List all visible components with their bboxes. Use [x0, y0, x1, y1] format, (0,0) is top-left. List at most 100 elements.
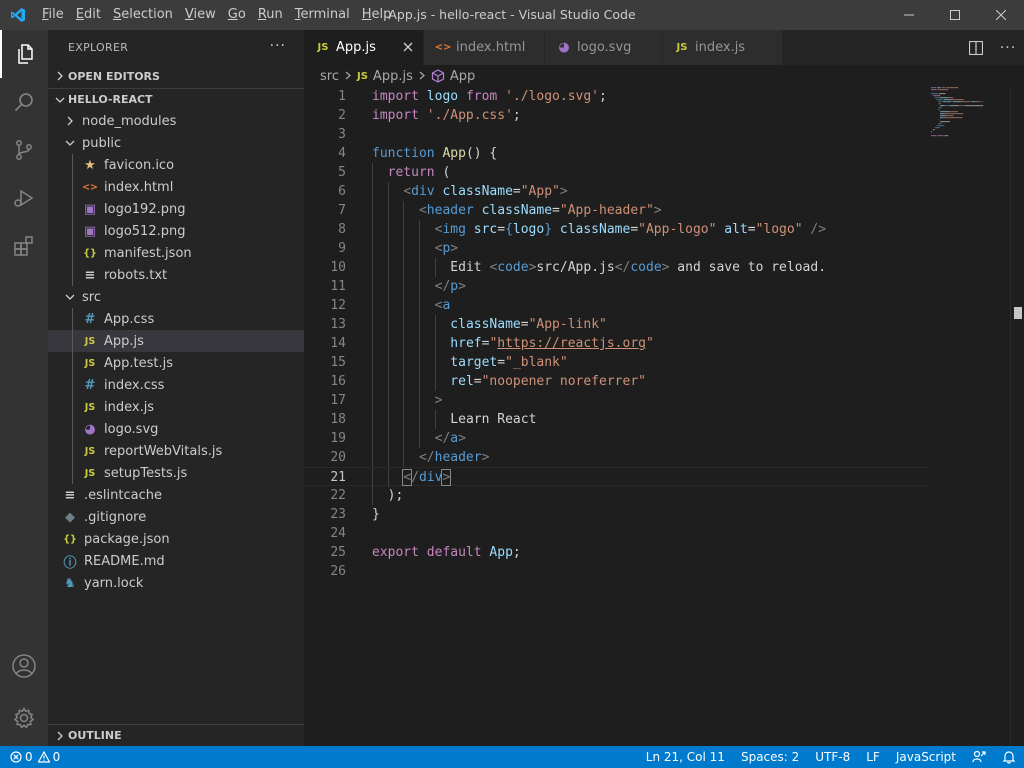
code-line[interactable]: 8 <img src={logo} className="App-logo" al…	[304, 220, 929, 239]
vertical-scrollbar[interactable]	[1010, 87, 1024, 746]
code-line[interactable]: 24	[304, 524, 929, 543]
file-logo192-png[interactable]: ▣ logo192.png	[48, 198, 304, 220]
tab-index-html[interactable]: <> index.html	[424, 30, 545, 65]
file-app-test-js[interactable]: JS App.test.js	[48, 352, 304, 374]
code-line[interactable]: 19 </a>	[304, 429, 929, 448]
file-gitignore[interactable]: ◆ .gitignore	[48, 506, 304, 528]
code-line[interactable]: 10 Edit <code>src/App.js</code> and save …	[304, 258, 929, 277]
tab-logo-svg[interactable]: ◕ logo.svg	[545, 30, 663, 65]
code-line[interactable]: 9 <p>	[304, 239, 929, 258]
tab-index-js[interactable]: JS index.js	[663, 30, 783, 65]
cursor-position[interactable]: Ln 21, Col 11	[638, 746, 733, 768]
account-icon[interactable]	[0, 642, 48, 690]
code-line[interactable]: 14 href="https://reactjs.org"	[304, 334, 929, 353]
code-line[interactable]: 21 </div>	[304, 467, 929, 487]
menu-file[interactable]: File	[36, 0, 70, 30]
menu-edit[interactable]: Edit	[70, 0, 107, 30]
minimap-stroke	[939, 127, 940, 129]
code-line[interactable]: 18 Learn React	[304, 410, 929, 429]
explorer-icon[interactable]	[0, 30, 48, 78]
code-line[interactable]: 25 export default App;	[304, 543, 929, 562]
file-setuptests-js[interactable]: JS setupTests.js	[48, 462, 304, 484]
code-line[interactable]: 17 >	[304, 391, 929, 410]
code-token: Edit	[450, 260, 490, 275]
file-eslintcache[interactable]: ≡ .eslintcache	[48, 484, 304, 506]
notifications-bell-icon[interactable]	[994, 746, 1024, 768]
extensions-icon[interactable]	[0, 222, 48, 270]
minimap-stroke	[961, 101, 971, 103]
indent-guide	[418, 277, 420, 296]
file-index-css[interactable]: # index.css	[48, 374, 304, 396]
code-line[interactable]: 22);	[304, 486, 929, 505]
chevron-down-icon	[62, 139, 78, 147]
code-line[interactable]: 23}	[304, 505, 929, 524]
code-line[interactable]: 16 rel="noopener noreferrer"	[304, 372, 929, 391]
minimap-stroke	[950, 101, 952, 103]
project-header[interactable]: HELLO-REACT	[48, 88, 304, 110]
minimize-button[interactable]	[886, 0, 932, 30]
code-line[interactable]: 7 <header className="App-header">	[304, 201, 929, 220]
file-logo512-png[interactable]: ▣ logo512.png	[48, 220, 304, 242]
code-line[interactable]: 15 target="_blank"	[304, 353, 929, 372]
language-mode[interactable]: JavaScript	[888, 746, 964, 768]
file-favicon-ico[interactable]: ★ favicon.ico	[48, 154, 304, 176]
menu-terminal[interactable]: Terminal	[289, 0, 356, 30]
menu-go[interactable]: Go	[222, 0, 252, 30]
code-editor[interactable]: 1 import logo from './logo.svg'; 2 import '…	[304, 87, 1024, 746]
breadcrumb-symbol[interactable]: App	[450, 69, 475, 84]
file-logo-svg[interactable]: ◕ logo.svg	[48, 418, 304, 440]
code-line[interactable]: 2 import './App.css';	[304, 106, 929, 125]
maximize-button[interactable]	[932, 0, 978, 30]
minimap[interactable]	[931, 87, 1006, 147]
split-editor-icon[interactable]	[960, 30, 992, 65]
menu-selection[interactable]: Selection	[107, 0, 179, 30]
file-index-js[interactable]: JS index.js	[48, 396, 304, 418]
open-editors-header[interactable]: OPEN EDITORS	[48, 65, 304, 87]
code-line[interactable]: 26	[304, 562, 929, 581]
breadcrumb-folder[interactable]: src	[320, 69, 339, 84]
file-reportwebvitals-js[interactable]: JS reportWebVitals.js	[48, 440, 304, 462]
menu-view[interactable]: View	[179, 0, 222, 30]
file-package-json[interactable]: {} package.json	[48, 528, 304, 550]
search-icon[interactable]	[0, 78, 48, 126]
tab-app-js[interactable]: JS App.js	[304, 30, 424, 65]
minimap-stroke	[947, 135, 949, 137]
run-debug-icon[interactable]	[0, 174, 48, 222]
file-manifest-json[interactable]: {} manifest.json	[48, 242, 304, 264]
folder-node-modules[interactable]: node_modules	[48, 110, 304, 132]
code-content: href="https://reactjs.org"	[450, 334, 654, 353]
file-yarn-lock[interactable]: ♞ yarn.lock	[48, 572, 304, 594]
more-actions-icon[interactable]: ···	[270, 38, 286, 54]
folder-src[interactable]: src	[48, 286, 304, 308]
close-tab-icon[interactable]	[403, 40, 413, 56]
code-line[interactable]: 13 className="App-link"	[304, 315, 929, 334]
more-editor-actions-icon[interactable]: ···	[992, 30, 1024, 65]
settings-gear-icon[interactable]	[0, 694, 48, 742]
code-line[interactable]: 3	[304, 125, 929, 144]
code-line[interactable]: 6 <div className="App">	[304, 182, 929, 201]
code-line[interactable]: 20 </header>	[304, 448, 929, 467]
feedback-icon[interactable]	[964, 746, 994, 768]
end-of-line[interactable]: LF	[858, 746, 888, 768]
menu-run[interactable]: Run	[252, 0, 289, 30]
breadcrumb-file[interactable]: App.js	[373, 69, 413, 84]
minimap-stroke	[938, 125, 944, 127]
folder-public[interactable]: public	[48, 132, 304, 154]
file-app-css[interactable]: # App.css	[48, 308, 304, 330]
file-readme-md[interactable]: ⓘ README.md	[48, 550, 304, 572]
code-line[interactable]: 11 </p>	[304, 277, 929, 296]
problems-status[interactable]: 0 0	[0, 746, 60, 768]
code-line[interactable]: 5 return (	[304, 163, 929, 182]
code-line[interactable]: 12 <a	[304, 296, 929, 315]
menu-help[interactable]: Help	[356, 0, 398, 30]
outline-header[interactable]: OUTLINE	[48, 724, 304, 746]
indentation[interactable]: Spaces: 2	[733, 746, 807, 768]
code-line[interactable]: 1 import logo from './logo.svg';	[304, 87, 929, 106]
source-control-icon[interactable]	[0, 126, 48, 174]
encoding[interactable]: UTF-8	[807, 746, 858, 768]
file-robots-txt[interactable]: ≡ robots.txt	[48, 264, 304, 286]
close-window-button[interactable]	[978, 0, 1024, 30]
code-line[interactable]: 4 function App() {	[304, 144, 929, 163]
file-index-html[interactable]: <> index.html	[48, 176, 304, 198]
file-app-js[interactable]: JS App.js	[48, 330, 304, 352]
